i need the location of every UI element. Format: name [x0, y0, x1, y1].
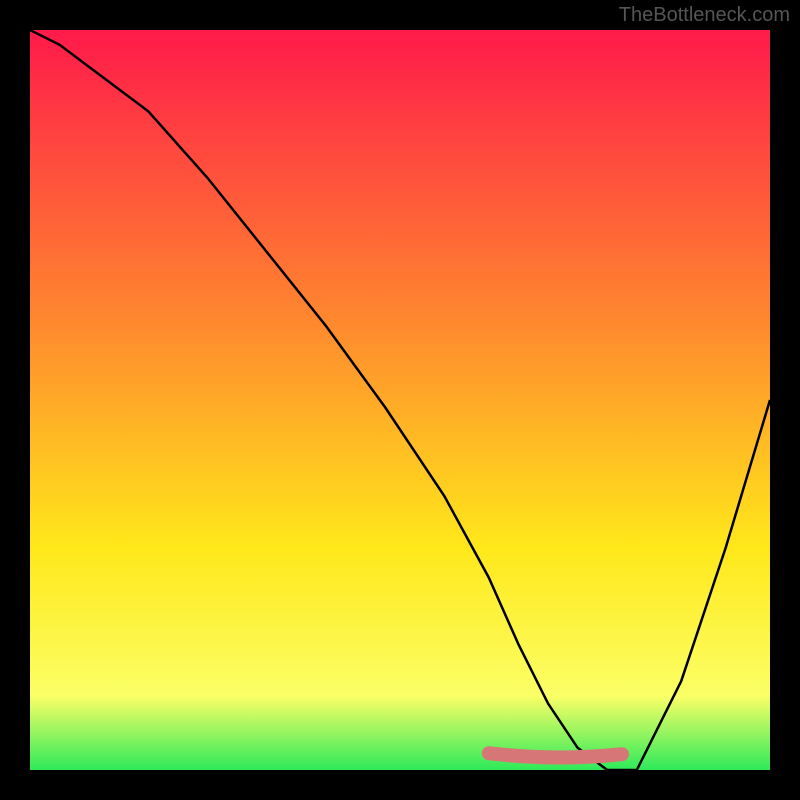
chart-plot-area — [30, 30, 770, 770]
watermark-text: TheBottleneck.com — [619, 4, 790, 27]
chart-background — [30, 30, 770, 770]
chart-svg — [30, 30, 770, 770]
optimal-band-marker — [489, 753, 622, 757]
